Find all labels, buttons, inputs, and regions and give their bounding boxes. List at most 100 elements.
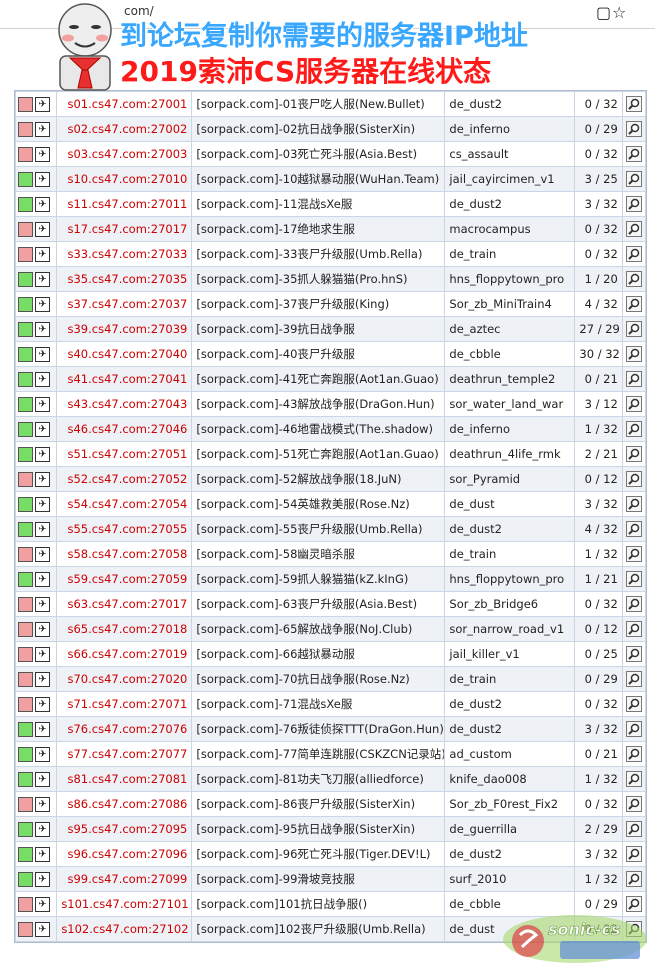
magnifier-icon[interactable]: [625, 821, 642, 837]
magnifier-icon[interactable]: [625, 621, 642, 637]
magnifier-icon[interactable]: [625, 521, 642, 537]
online-status-icon: [18, 721, 33, 737]
server-map: de_dust2: [445, 192, 575, 216]
server-ip[interactable]: s86.cs47.com:27086: [57, 792, 192, 816]
magnifier-icon[interactable]: [625, 196, 642, 212]
server-ip[interactable]: s99.cs47.com:27099: [57, 867, 192, 891]
server-map: de_dust2: [445, 717, 575, 741]
server-ip[interactable]: s11.cs47.com:27011: [57, 192, 192, 216]
magnifier-icon[interactable]: [625, 271, 642, 287]
magnifier-icon[interactable]: [625, 596, 642, 612]
server-ip[interactable]: s95.cs47.com:27095: [57, 817, 192, 841]
server-name: [sorpack.com]-66越狱暴动服: [192, 642, 445, 666]
magnifier-icon[interactable]: [625, 796, 642, 812]
server-ip[interactable]: s41.cs47.com:27041: [57, 367, 192, 391]
magnifier-icon[interactable]: [625, 846, 642, 862]
server-ip[interactable]: s17.cs47.com:27017: [57, 217, 192, 241]
server-ip[interactable]: s01.cs47.com:27001: [57, 92, 192, 116]
magnifier-icon[interactable]: [625, 221, 642, 237]
server-ip[interactable]: s35.cs47.com:27035: [57, 267, 192, 291]
server-ip[interactable]: s76.cs47.com:27076: [57, 717, 192, 741]
magnifier-icon[interactable]: [625, 871, 642, 887]
server-ip[interactable]: s33.cs47.com:27033: [57, 242, 192, 266]
server-name: [sorpack.com]101抗日战争服(): [192, 892, 445, 916]
server-ip[interactable]: s39.cs47.com:27039: [57, 317, 192, 341]
magnifier-icon[interactable]: [625, 771, 642, 787]
magnifier-icon[interactable]: [625, 296, 642, 312]
server-ip[interactable]: s71.cs47.com:27071: [57, 692, 192, 716]
status-cell: ✈: [16, 342, 57, 366]
server-ip[interactable]: s55.cs47.com:27055: [57, 517, 192, 541]
server-ip[interactable]: s58.cs47.com:27058: [57, 542, 192, 566]
server-ip[interactable]: s46.cs47.com:27046: [57, 417, 192, 441]
magnifier-icon[interactable]: [625, 746, 642, 762]
magnifier-icon[interactable]: [625, 671, 642, 687]
player-count: 2 / 29: [575, 817, 622, 841]
magnifier-icon[interactable]: [625, 371, 642, 387]
magnifier-icon[interactable]: [625, 121, 642, 137]
magnifier-icon[interactable]: [625, 546, 642, 562]
magnifier-icon[interactable]: [625, 471, 642, 487]
server-ip[interactable]: s102.cs47.com:27102: [57, 917, 192, 941]
server-row: ✈ s46.cs47.com:27046 [sorpack.com]-46地雷战模式…: [16, 417, 645, 441]
server-row: ✈ s55.cs47.com:27055 [sorpack.com]-55丧尸升级服…: [16, 517, 645, 541]
server-ip[interactable]: s52.cs47.com:27052: [57, 467, 192, 491]
magnifier-icon[interactable]: [625, 646, 642, 662]
server-ip[interactable]: s51.cs47.com:27051: [57, 442, 192, 466]
server-ip[interactable]: s43.cs47.com:27043: [57, 392, 192, 416]
server-ip[interactable]: s54.cs47.com:27054: [57, 492, 192, 516]
player-count: 3 / 32: [575, 492, 622, 516]
status-cell: ✈: [16, 392, 57, 416]
server-ip[interactable]: s02.cs47.com:27002: [57, 117, 192, 141]
server-name: [sorpack.com]-55丧尸升级服(Umb.Rella): [192, 517, 445, 541]
server-ip[interactable]: s96.cs47.com:27096: [57, 842, 192, 866]
cs-game-icon: ✈: [35, 571, 50, 587]
magnifier-icon[interactable]: [625, 96, 642, 112]
status-cell: ✈: [16, 492, 57, 516]
server-ip[interactable]: s81.cs47.com:27081: [57, 767, 192, 791]
server-ip[interactable]: s59.cs47.com:27059: [57, 567, 192, 591]
server-ip[interactable]: s03.cs47.com:27003: [57, 142, 192, 166]
cs-game-icon: ✈: [35, 421, 50, 437]
server-row: ✈ s37.cs47.com:27037 [sorpack.com]-37丧尸升级服…: [16, 292, 645, 316]
server-ip[interactable]: s66.cs47.com:27019: [57, 642, 192, 666]
server-ip[interactable]: s101.cs47.com:27101: [57, 892, 192, 916]
server-ip[interactable]: s40.cs47.com:27040: [57, 342, 192, 366]
reader-view-icon[interactable]: ▢: [596, 5, 611, 21]
status-cell: ✈: [16, 567, 57, 591]
server-ip[interactable]: s10.cs47.com:27010: [57, 167, 192, 191]
magnifier-icon[interactable]: [625, 496, 642, 512]
magnifier-icon[interactable]: [625, 346, 642, 362]
server-map: de_dust2: [445, 842, 575, 866]
server-ip[interactable]: s65.cs47.com:27018: [57, 617, 192, 641]
server-name: [sorpack.com]-71混战sXe服: [192, 692, 445, 716]
server-ip[interactable]: s70.cs47.com:27020: [57, 667, 192, 691]
bookmark-star-icon[interactable]: ☆: [612, 5, 626, 21]
details-cell: [622, 367, 645, 391]
magnifier-icon[interactable]: [625, 696, 642, 712]
server-ip[interactable]: s77.cs47.com:27077: [57, 742, 192, 766]
cs-game-icon: ✈: [35, 871, 50, 887]
magnifier-icon[interactable]: [625, 721, 642, 737]
server-name: [sorpack.com]-03死亡死斗服(Asia.Best): [192, 142, 445, 166]
magnifier-icon[interactable]: [625, 171, 642, 187]
status-cell: ✈: [16, 417, 57, 441]
magnifier-icon[interactable]: [625, 421, 642, 437]
cs-game-icon: ✈: [35, 246, 50, 262]
magnifier-icon[interactable]: [625, 446, 642, 462]
magnifier-icon[interactable]: [625, 146, 642, 162]
magnifier-icon[interactable]: [625, 571, 642, 587]
server-ip[interactable]: s63.cs47.com:27017: [57, 592, 192, 616]
status-cell: ✈: [16, 892, 57, 916]
online-status-icon: [18, 396, 33, 412]
server-ip[interactable]: s37.cs47.com:27037: [57, 292, 192, 316]
magnifier-icon[interactable]: [625, 321, 642, 337]
magnifier-icon[interactable]: [625, 246, 642, 262]
online-status-icon: [18, 571, 33, 587]
status-cell: ✈: [16, 367, 57, 391]
magnifier-icon[interactable]: [625, 396, 642, 412]
server-row: ✈ s63.cs47.com:27017 [sorpack.com]-63丧尸升级服…: [16, 592, 645, 616]
server-name: [sorpack.com]-35抓人躲猫猫(Pro.hnS): [192, 267, 445, 291]
status-cell: ✈: [16, 592, 57, 616]
details-cell: [622, 117, 645, 141]
